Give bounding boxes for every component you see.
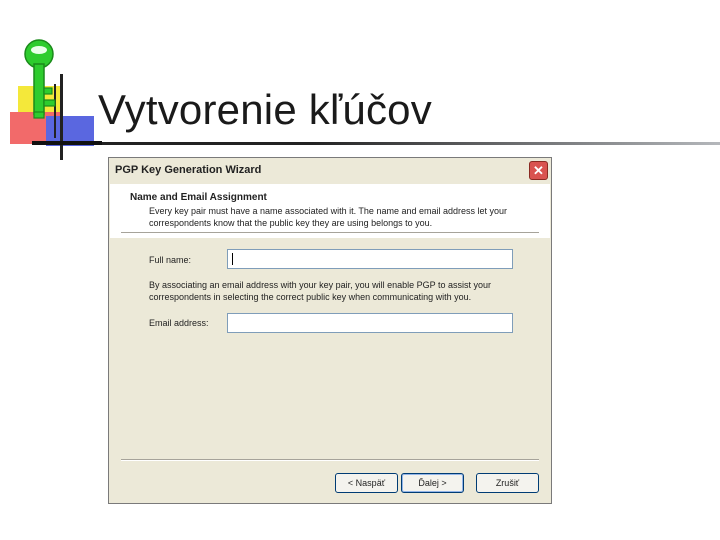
email-note: By associating an email address with you…: [149, 280, 491, 302]
header-separator: [121, 232, 539, 234]
full-name-input[interactable]: [227, 249, 513, 269]
title-underline: [32, 142, 720, 145]
back-button[interactable]: < Naspäť: [335, 473, 398, 493]
email-input[interactable]: [227, 313, 513, 333]
text-caret: [232, 253, 233, 265]
next-button[interactable]: Ďalej >: [401, 473, 464, 493]
cancel-button[interactable]: Zrušiť: [476, 473, 539, 493]
section-title: Name and Email Assignment: [130, 192, 267, 203]
section-description: Every key pair must have a name associat…: [149, 206, 508, 228]
full-name-label: Full name:: [149, 255, 192, 265]
email-label: Email address:: [149, 318, 209, 328]
footer-separator: [121, 459, 539, 461]
key-icon: [24, 39, 56, 119]
dialog-title: PGP Key Generation Wizard: [115, 164, 262, 176]
title-underline-accent: [32, 141, 102, 145]
slide-title: Vytvorenie kľúčov: [98, 86, 432, 133]
dialog-titlebar[interactable]: PGP Key Generation Wizard ✕: [109, 158, 551, 184]
close-icon[interactable]: ✕: [529, 161, 548, 180]
key-generation-wizard-dialog: PGP Key Generation Wizard ✕ Name and Ema…: [108, 157, 552, 504]
